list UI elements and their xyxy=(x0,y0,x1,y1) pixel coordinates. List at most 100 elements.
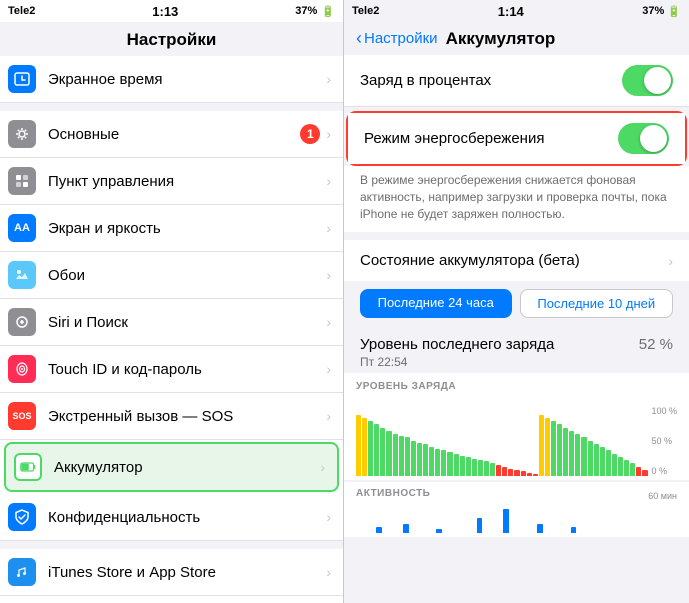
settings-item-control-center[interactable]: Пункт управления › xyxy=(0,158,343,205)
activity-bar xyxy=(537,524,543,533)
wallpaper-label: Обои xyxy=(48,267,326,284)
settings-item-siri[interactable]: Siri и Поиск › xyxy=(0,299,343,346)
itunes-icon xyxy=(8,558,36,586)
privacy-icon xyxy=(8,503,36,531)
general-label: Основные xyxy=(48,126,300,143)
battery-icon-right: 🔋 xyxy=(667,5,681,18)
energy-toggle-thumb xyxy=(640,125,667,152)
tab-24h[interactable]: Последние 24 часа xyxy=(360,289,512,318)
battery-right: 37% xyxy=(642,5,664,17)
chart-bar xyxy=(441,450,446,476)
activity-section: АКТИВНОСТЬ 60 мин xyxy=(344,482,689,537)
charge-level-value: 52 % xyxy=(639,336,673,353)
general-icon xyxy=(8,120,36,148)
battery-left: 37% xyxy=(295,5,317,17)
screen-time-label: Экранное время xyxy=(48,71,326,88)
wallpaper-icon xyxy=(8,261,36,289)
activity-bar xyxy=(403,524,409,533)
settings-item-general[interactable]: Основные 1 › xyxy=(0,111,343,158)
right-content: Заряд в процентах Режим энергосбережения… xyxy=(344,55,689,603)
chevron-screen-time: › xyxy=(326,71,331,87)
settings-item-privacy[interactable]: Конфиденциальность › xyxy=(0,494,343,541)
settings-item-itunes[interactable]: iTunes Store и App Store › xyxy=(0,549,343,596)
chart-bar xyxy=(533,474,538,476)
chart-bar xyxy=(405,437,410,476)
control-center-icon xyxy=(8,167,36,195)
left-panel: Tele2 1:13 37% 🔋 Настройки Экранное врем… xyxy=(0,0,344,603)
activity-y-label: 60 мин xyxy=(648,491,677,501)
chart-bar xyxy=(429,447,434,476)
chevron-itunes: › xyxy=(326,564,331,580)
chevron-display: › xyxy=(326,220,331,236)
battery-label: Аккумулятор xyxy=(54,459,320,476)
right-status-bar: Tele2 1:14 37% 🔋 xyxy=(344,0,689,22)
settings-item-wallet[interactable]: Wallet и Apple Pay › xyxy=(0,596,343,603)
general-badge: 1 xyxy=(300,124,320,144)
chart-bar xyxy=(374,424,379,476)
tab-bar: Последние 24 часа Последние 10 дней xyxy=(344,281,689,326)
chart-bar xyxy=(490,463,495,476)
itunes-label: iTunes Store и App Store xyxy=(48,564,326,581)
time-left: 1:13 xyxy=(152,4,178,19)
activity-bar xyxy=(477,518,483,533)
chart-bar xyxy=(368,421,373,476)
energy-saving-toggle[interactable] xyxy=(618,123,669,154)
chart-bar xyxy=(472,459,477,477)
back-button[interactable]: ‹ Настройки xyxy=(356,28,438,49)
touchid-label: Touch ID и код-пароль xyxy=(48,361,326,378)
tab-10d[interactable]: Последние 10 дней xyxy=(520,289,674,318)
chart-y-top: 100 % xyxy=(651,406,677,416)
chevron-touchid: › xyxy=(326,361,331,377)
chart-label: УРОВЕНЬ ЗАРЯДА xyxy=(356,381,677,392)
chevron-privacy: › xyxy=(326,509,331,525)
right-title: Аккумулятор xyxy=(446,29,556,49)
status-left: Tele2 xyxy=(8,5,35,17)
chart-y-mid: 50 % xyxy=(651,436,677,446)
chart-bar xyxy=(612,454,617,477)
status-right: 37% 🔋 xyxy=(295,5,335,18)
carrier-right: Tele2 xyxy=(352,5,379,17)
chart-bar xyxy=(588,441,593,477)
chart-bar xyxy=(545,418,550,477)
chart-bar xyxy=(514,470,519,477)
chevron-battery-status: › xyxy=(668,253,673,269)
charge-level-title: Уровень последнего заряда xyxy=(360,336,554,353)
back-label: Настройки xyxy=(364,30,438,47)
chart-bar xyxy=(435,449,440,476)
separator-1 xyxy=(0,103,343,111)
toggle-thumb xyxy=(644,67,671,94)
chart-bar xyxy=(527,473,532,476)
chart-section: УРОВЕНЬ ЗАРЯДА 100 % 50 % 0 % xyxy=(344,373,689,480)
chart-bar xyxy=(618,457,623,477)
chart-bar xyxy=(380,428,385,477)
settings-item-screen-time[interactable]: Экранное время › xyxy=(0,56,343,103)
energy-desc: В режиме энергосбережения снижается фоно… xyxy=(344,166,689,232)
battery-icon xyxy=(14,453,42,481)
chart-bar xyxy=(575,434,580,476)
settings-item-sos[interactable]: SOS Экстренный вызов — SOS › xyxy=(0,393,343,440)
chart-bar xyxy=(393,434,398,476)
display-label: Экран и яркость xyxy=(48,220,326,237)
battery-status-row[interactable]: Состояние аккумулятора (бета) › xyxy=(344,240,689,281)
chart-bar xyxy=(630,463,635,476)
privacy-label: Конфиденциальность xyxy=(48,509,326,526)
settings-item-battery[interactable]: Аккумулятор › xyxy=(4,442,339,492)
charge-percent-toggle[interactable] xyxy=(622,65,673,96)
touchid-icon xyxy=(8,355,36,383)
activity-bar xyxy=(376,527,382,533)
energy-toggle-container: Режим энергосбережения xyxy=(346,111,687,166)
screen-time-icon xyxy=(8,65,36,93)
sos-label: Экстренный вызов — SOS xyxy=(48,408,326,425)
chart-bar xyxy=(362,418,367,477)
settings-item-display[interactable]: AA Экран и яркость › xyxy=(0,205,343,252)
charge-level-time: Пт 22:54 xyxy=(360,355,554,369)
chart-bars xyxy=(356,406,647,476)
time-right: 1:14 xyxy=(498,4,524,19)
chart-bar xyxy=(642,470,647,477)
separator-2 xyxy=(0,541,343,549)
energy-section: Режим энергосбережения В режиме энергосб… xyxy=(344,111,689,232)
chevron-control-center: › xyxy=(326,173,331,189)
settings-item-wallpaper[interactable]: Обои › xyxy=(0,252,343,299)
settings-item-touchid[interactable]: Touch ID и код-пароль › xyxy=(0,346,343,393)
siri-icon xyxy=(8,308,36,336)
